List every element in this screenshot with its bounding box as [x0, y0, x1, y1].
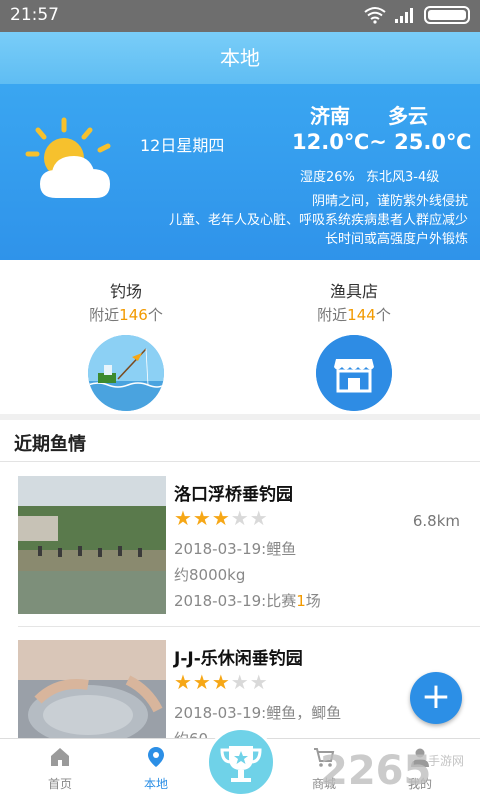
spot-name: 洛口浮桥垂钓园: [174, 485, 293, 505]
weather-advice-line: 儿童、老年人及心脏、呼吸系统疾病患者人群应减少: [168, 213, 468, 228]
signal-icon: [395, 8, 413, 23]
weather-city: 济南: [310, 104, 350, 128]
weather-temperature: 12.0℃~ 25.0℃: [292, 130, 472, 154]
list-item[interactable]: 洛口浮桥垂钓园 ★★★★★ 6.8km 2018-03-19:鲤鱼 约8000k…: [0, 476, 480, 636]
fishing-pond-icon: [87, 335, 165, 411]
spot-distance: 6.8km: [412, 512, 460, 530]
fishing-spot-label: 钓场: [109, 282, 142, 301]
catch-amount-line: 约60: [174, 728, 208, 738]
weather-humidity: 湿度26%: [300, 170, 355, 185]
tab-center-trophy[interactable]: [206, 727, 276, 797]
weather-advice-line: 阴晴之间，谨防紫外线侵扰: [311, 194, 468, 209]
tab-label: 本地: [143, 777, 168, 791]
fish-photo: [18, 640, 166, 738]
spot-name: J-J-乐休闲垂钓园: [174, 649, 303, 669]
tackle-shop-shortcut[interactable]: 渔具店 附近144个: [274, 278, 434, 415]
fishing-spot-count: 附近146个: [89, 306, 163, 324]
add-button[interactable]: +: [410, 672, 462, 724]
status-bar: 21:57: [0, 0, 480, 32]
weather-wind: 东北风3-4级: [366, 170, 440, 185]
rating-stars: ★★★★★: [174, 670, 269, 694]
catch-amount-line: 约8000kg: [174, 566, 246, 584]
weather-date: 12日星期四: [140, 136, 225, 155]
home-icon: [51, 748, 69, 766]
app-bar: 本地: [0, 32, 480, 84]
status-time: 21:57: [10, 5, 59, 25]
list-item[interactable]: J-J-乐休闲垂钓园 ★★★★★ 2018-03-19:鲤鱼，鲫鱼 约60: [0, 640, 480, 738]
weather-condition: 多云: [388, 104, 428, 128]
section-title: 近期鱼情: [14, 434, 86, 455]
watermark-sub: 手游网: [428, 754, 465, 768]
tab-home[interactable]: 首页: [20, 745, 100, 792]
battery-icon: [424, 6, 470, 24]
tackle-shop-label: 渔具店: [329, 282, 378, 301]
catch-report-line: 2018-03-19:鲤鱼，鲫鱼: [174, 704, 342, 722]
tackle-shop-count: 附近144个: [317, 306, 391, 324]
fish-report-list: 洛口浮桥垂钓园 ★★★★★ 6.8km 2018-03-19:鲤鱼 约8000k…: [0, 462, 480, 738]
recent-fish-section-header: 近期鱼情: [0, 420, 480, 462]
tab-local[interactable]: 本地: [116, 745, 196, 792]
partly-cloudy-icon: [25, 117, 111, 198]
wifi-icon: [364, 7, 386, 24]
divider: [18, 626, 480, 627]
watermark: 2265: [320, 748, 432, 794]
weather-advice: 阴晴之间，谨防紫外线侵扰 儿童、老年人及心脏、呼吸系统疾病患者人群应减少 长时间…: [108, 192, 468, 249]
rating-stars: ★★★★★: [174, 506, 269, 530]
nearby-shortcuts: 钓场 附近146个 渔具店 附近144个: [0, 260, 480, 414]
location-icon: [148, 747, 164, 767]
weather-advice-line: 长时间或高强度户外锻炼: [324, 232, 468, 247]
trophy-icon: [220, 746, 262, 782]
fishing-park-photo: [18, 476, 166, 614]
page-title: 本地: [220, 46, 260, 70]
catch-report-line: 2018-03-19:鲤鱼: [174, 540, 297, 558]
tab-label: 首页: [47, 777, 72, 791]
contest-line: 2018-03-19:比赛1场: [174, 592, 321, 610]
store-icon: [316, 335, 392, 411]
fishing-spot-shortcut[interactable]: 钓场 附近146个: [46, 278, 206, 415]
weather-panel: 12日星期四 济南 多云 12.0℃~ 25.0℃ 湿度26% 东北风3-4级 …: [0, 84, 480, 260]
